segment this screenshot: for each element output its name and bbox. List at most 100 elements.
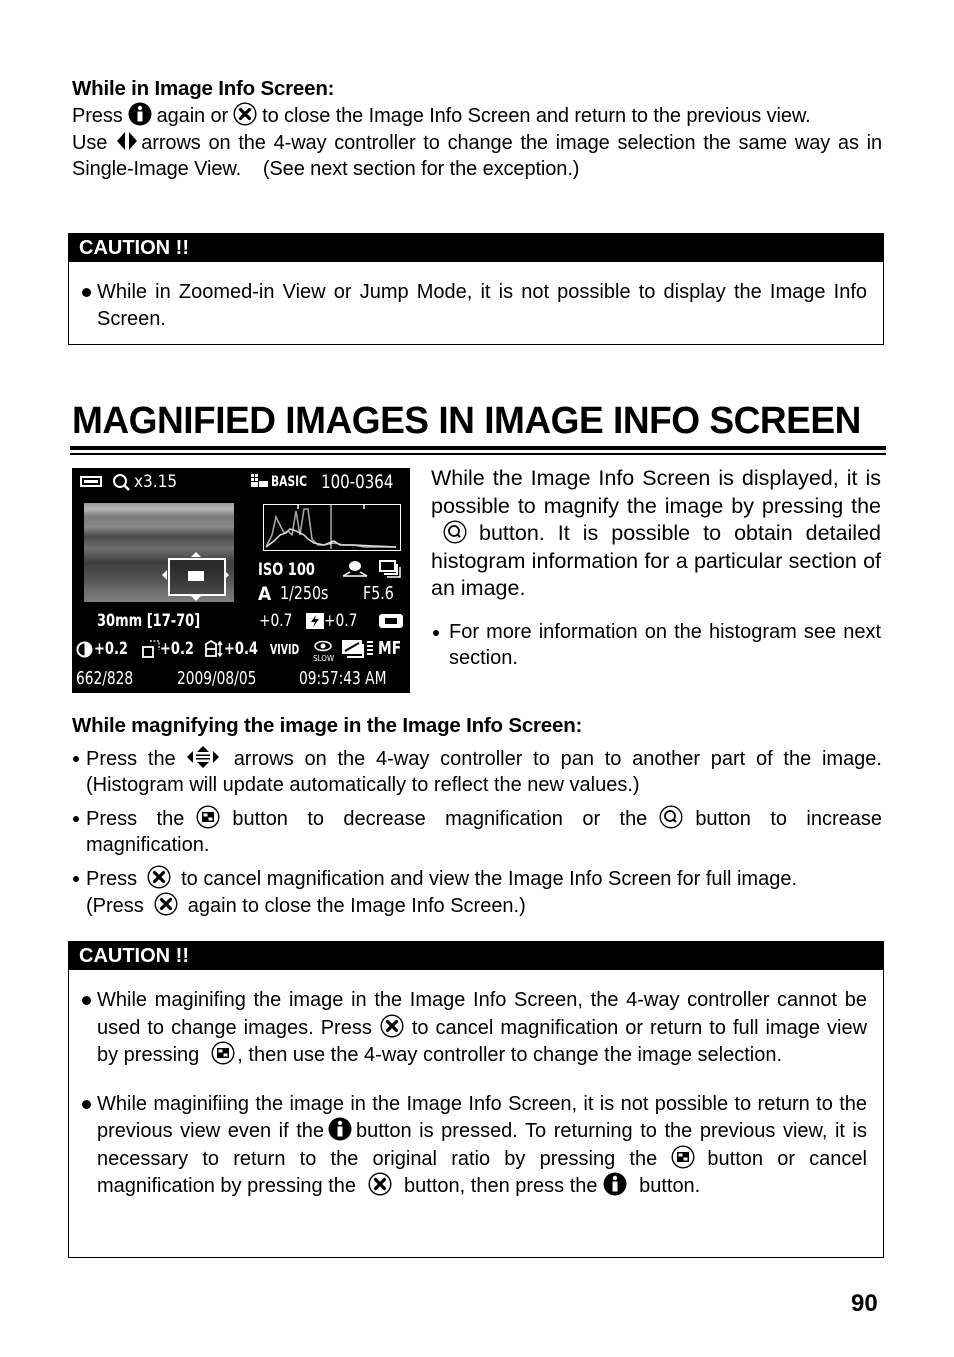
red-eye-icon [314,640,332,652]
exposure-mode: A [258,583,272,605]
thumbnail-button-icon [196,805,220,829]
bullet-icon [82,1099,91,1109]
title-rule-thick [70,446,886,450]
color-mode: VIVID [270,643,300,658]
quality-label: BASIC [271,474,307,490]
sharpness-value: +0.2 [160,639,194,659]
intro-bullet: For more information on the histogram se… [431,619,881,671]
text: Press [86,868,138,890]
section-heading: While magnifying the image in the Image … [72,714,583,737]
thumbnail-button-icon [211,1041,235,1065]
page-title: MAGNIFIED IMAGES IN IMAGE INFO SCREEN [72,400,861,442]
text: Press the [86,748,176,770]
sharpness-icon [142,640,160,658]
text: to cancel magnification and view the Ima… [181,868,798,890]
text: again or [156,105,229,127]
image-size-icon [251,474,268,487]
text: button to decrease magnification or the [232,808,648,830]
camera-image-info-screen: x3.15 BASIC 100-0364 ISO 100 A 1/250s F5… [72,468,410,693]
capture-date: 2009/08/05 [177,668,257,689]
text: While the Image Info Screen is displayed… [431,466,881,518]
caution-box: CAUTION !! While maginifing the image in… [68,941,884,1258]
zoom-readout: x3.15 [134,472,178,492]
list-item: Press the arrows on the 4-way controller … [72,745,882,798]
thumbnail-button-icon [671,1145,695,1169]
text: , then use the 4-way controller to chang… [237,1044,783,1066]
bullet-icon [73,816,79,822]
section-image-info-screen: While in Image Info Screen: Press again o… [72,76,882,182]
zoom-in-button-icon [443,520,467,544]
flash-slow-label: SLOW [313,654,335,663]
left-right-arrows-icon [115,129,139,153]
cancel-button-icon [368,1172,392,1196]
text: again to close the Image Info Screen.) [187,895,526,917]
aperture: F5.6 [363,583,394,604]
text: For more information on the histogram se… [449,620,881,669]
exposure-compensation: +0.7 [259,611,293,631]
info-button-icon [128,102,152,126]
saturation-value: +0.4 [224,639,258,659]
caution-item: While in Zoomed-in View or Jump Mode, it… [79,279,867,332]
cancel-button-icon [233,102,257,126]
magnify-icon [113,474,130,491]
section-magnifying: While magnifying the image in the Image … [72,713,882,919]
list-item: Press the button to decrease magnificatio… [72,805,882,858]
pan-down-icon [191,596,201,601]
saturation-icon [205,640,223,658]
caution-label: CAUTION !! [69,234,883,262]
pan-left-icon [162,570,167,580]
cancel-button-icon [154,892,178,916]
caution-item: While maginifiing the image in the Image… [79,1091,867,1200]
paragraph-close-info: Press again or to close the Image Info Scr… [72,102,882,129]
info-button-icon [328,1117,352,1141]
frame-count: 662/828 [76,668,134,689]
magnify-region-frame [168,558,226,596]
text: Press [72,105,123,127]
text: Use [72,132,108,154]
text: button, then press the [404,1175,598,1197]
file-number: 100-0364 [321,471,394,493]
text: (Press [86,895,144,917]
white-balance-icon [342,640,373,658]
text: arrows on the 4-way controller to change… [72,132,888,180]
list-item: Press to cancel magnification and view th… [72,865,882,919]
thumbnail-photo [84,503,234,602]
section-heading: While in Image Info Screen: [72,77,335,100]
pan-up-icon [191,552,201,557]
iso-readout: ISO 100 [258,560,315,580]
bullet-icon [73,876,79,882]
histogram-curve [265,505,397,549]
capture-time: 09:57:43 AM [299,668,387,689]
focus-mode: MF [378,638,402,659]
four-way-arrows-icon [186,745,220,769]
bullet-icon [82,996,91,1005]
metering-icon [342,561,368,577]
info-button-icon [603,1172,627,1196]
contrast-value: +0.2 [94,639,128,659]
text: button. It is possible to obtain detaile… [431,521,881,600]
bullet-icon [73,756,79,762]
intro-paragraph: While the Image Info Screen is displayed… [431,465,881,603]
text: button. [639,1175,701,1197]
title-rule-thin [70,453,886,455]
battery-icon [80,476,102,487]
flash-compensation-icon [306,613,324,629]
text: While in Zoomed-in View or Jump Mode, it… [97,281,867,330]
bullet-icon [82,288,91,297]
caution-item: While maginifing the image in the Image … [79,987,867,1069]
af-area-icon [379,614,403,628]
shutter-speed: 1/250s [280,583,329,604]
drive-mode-icon [379,560,401,578]
paragraph-arrows: Use arrows on the 4-way controller to cha… [72,129,882,182]
caution-box: CAUTION !! While in Zoomed-in View or Ju… [68,233,884,345]
flash-compensation: +0.7 [324,611,358,631]
bullet-icon [433,629,439,636]
zoom-in-button-icon [659,805,683,829]
intro-text: While the Image Info Screen is displayed… [431,465,881,671]
text: Press the [86,808,185,830]
pan-right-icon [224,570,229,580]
page-number: 90 [851,1290,878,1317]
cancel-button-icon [147,865,171,889]
text: to close the Image Info Screen and retur… [262,105,811,127]
contrast-icon [76,641,93,658]
